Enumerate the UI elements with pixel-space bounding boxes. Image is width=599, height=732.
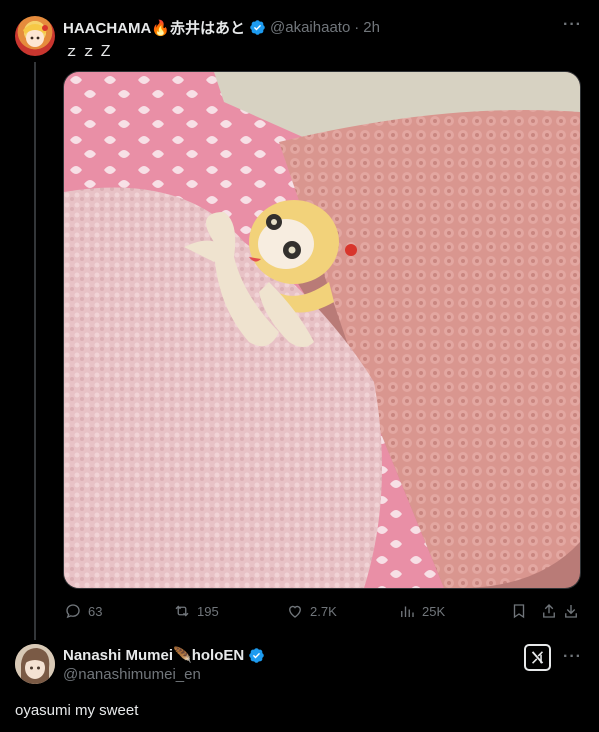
share-icon	[543, 604, 555, 618]
more-dots-icon: ···	[563, 648, 582, 665]
reply-avatar-image	[15, 644, 55, 684]
like-action[interactable]: 2.7K	[286, 602, 337, 620]
author-avatar[interactable]	[15, 16, 55, 56]
reply-more-button[interactable]: ···	[563, 648, 582, 666]
download-icon	[565, 605, 577, 618]
reply-author-name[interactable]: Nanashi Mumei🪶holoEN	[63, 646, 244, 664]
avatar-image	[23, 24, 48, 47]
views-chart-icon	[401, 606, 414, 617]
views-count: 25K	[422, 603, 446, 619]
tweet-time[interactable]: 2h	[363, 19, 380, 36]
reply-count: 63	[88, 603, 103, 619]
grok-icon	[531, 651, 544, 664]
bookmark-button[interactable]	[510, 602, 528, 620]
repost-action[interactable]: 195	[173, 602, 219, 620]
reply-action[interactable]: 63	[64, 602, 102, 620]
tweet-more-button[interactable]: ···	[563, 16, 582, 34]
reply-icon	[66, 604, 80, 619]
bookmark-icon	[513, 604, 525, 619]
verified-badge-icon[interactable]	[249, 19, 266, 36]
tweet-text: ｚｚＺ	[64, 43, 116, 60]
reply-author-handle[interactable]: @nanashimumei_en	[63, 666, 201, 683]
more-dots-icon: ···	[563, 16, 582, 33]
heart-icon	[289, 605, 301, 618]
author-handle[interactable]: @akaihaato	[270, 19, 350, 36]
grok-button[interactable]	[524, 644, 551, 671]
repost-icon	[175, 605, 189, 617]
repost-count: 195	[197, 603, 219, 619]
reply-avatar[interactable]	[15, 644, 55, 684]
tweet-media[interactable]	[63, 71, 581, 589]
download-button[interactable]	[562, 602, 580, 620]
reply-verified-badge-icon[interactable]	[248, 647, 265, 664]
thread-line	[34, 62, 36, 640]
reply-text: oyasumi my sweet	[15, 702, 139, 719]
views-action[interactable]: 25K	[398, 602, 445, 620]
author-name[interactable]: HAACHAMA🔥赤井はあと	[63, 17, 245, 38]
media-image	[64, 72, 580, 588]
like-count: 2.7K	[310, 603, 337, 619]
time-separator: ·	[354, 19, 360, 36]
share-button[interactable]	[540, 602, 558, 620]
